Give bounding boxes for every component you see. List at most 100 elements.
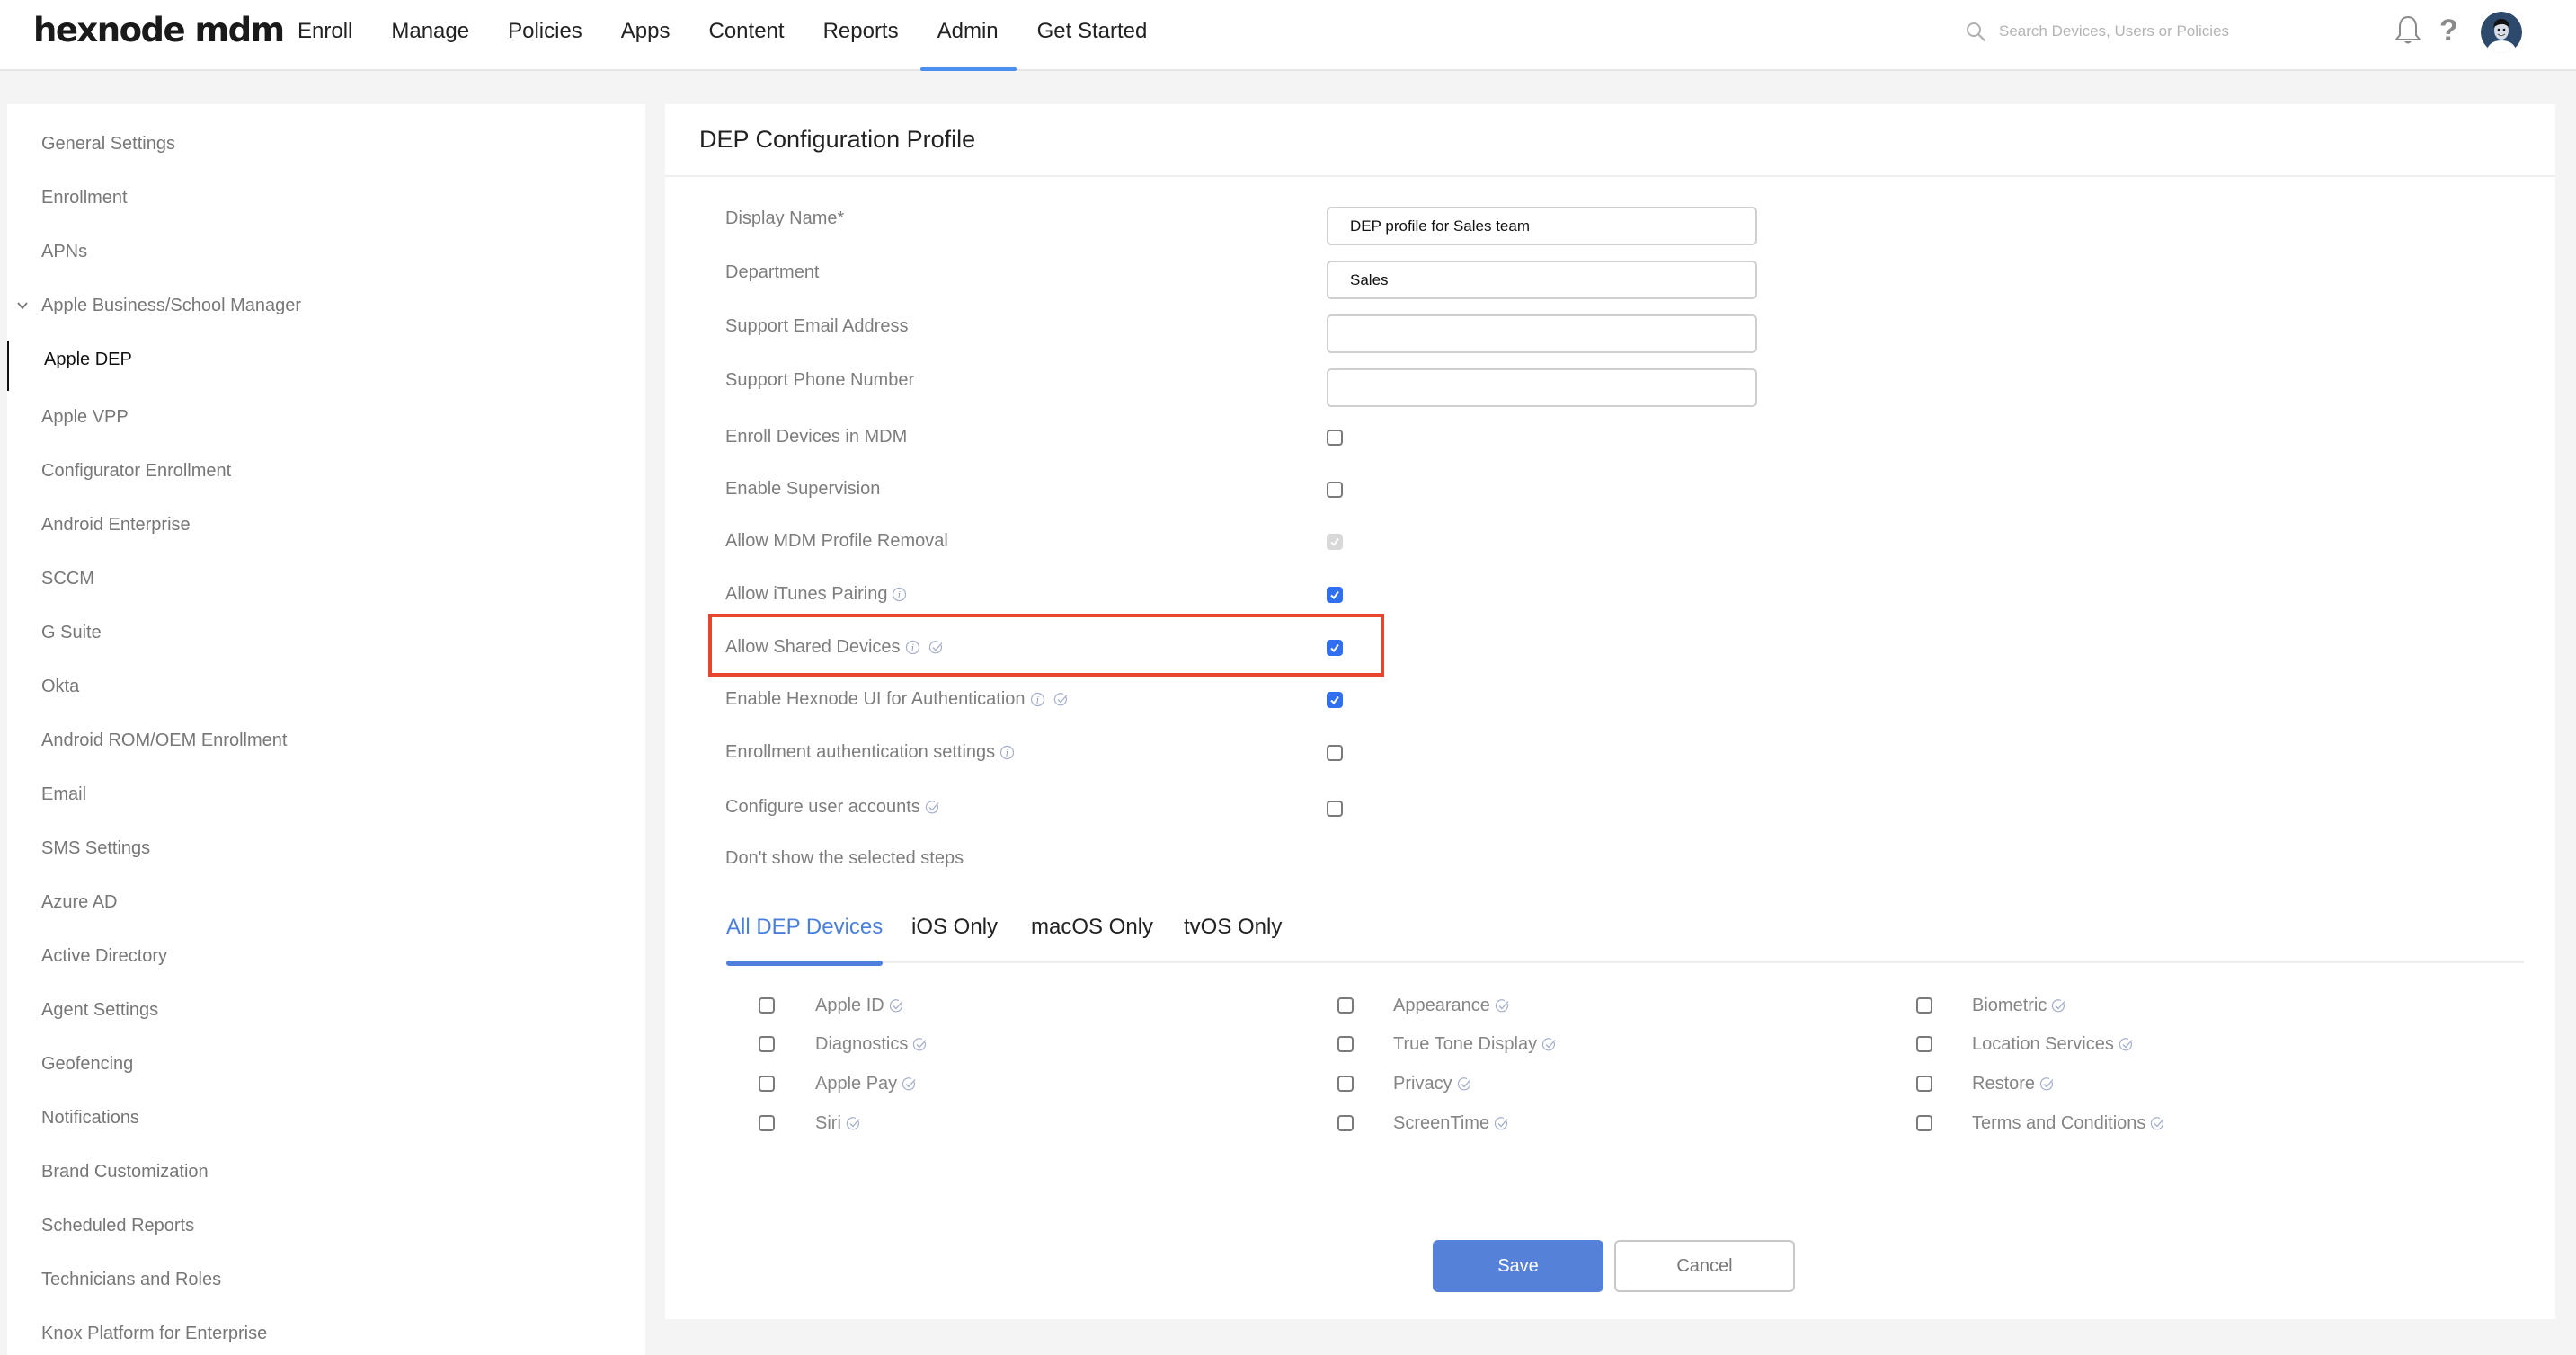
sidebar-item-notifications[interactable]: Notifications <box>7 1095 645 1140</box>
verified-icon <box>928 640 943 653</box>
configure-user-accounts-checkbox[interactable] <box>1327 801 1343 817</box>
enrollment-authentication-settings-checkbox[interactable] <box>1327 745 1343 761</box>
sidebar-item-technicians-and-roles[interactable]: Technicians and Roles <box>7 1257 645 1302</box>
sidebar-item-g-suite[interactable]: G Suite <box>7 610 645 655</box>
bell-icon[interactable] <box>2393 14 2423 47</box>
step-label: Restore <box>1972 1070 2055 1097</box>
step-appearance-checkbox[interactable] <box>1337 997 1354 1014</box>
main-nav: Enroll Manage Policies Apps Content Repo… <box>298 0 1186 71</box>
cancel-button[interactable]: Cancel <box>1614 1240 1795 1292</box>
option-label: Enroll Devices in MDM <box>725 423 907 450</box>
nav-admin[interactable]: Admin <box>919 0 1017 71</box>
chevron-down-icon[interactable] <box>16 299 29 312</box>
checkmark-icon <box>1330 695 1339 705</box>
sidebar-item-knox-platform-for-enterprise[interactable]: Knox Platform for Enterprise <box>7 1311 645 1355</box>
info-icon[interactable]: i <box>1030 692 1045 707</box>
hexnode-logo[interactable]: hexnode mdm <box>33 11 285 49</box>
verified-icon <box>846 1116 860 1129</box>
sidebar-item-apple-vpp[interactable]: Apple VPP <box>7 394 645 439</box>
sidebar-item-label: Apple Business/School Manager <box>41 296 302 315</box>
svg-text:i: i <box>910 643 913 653</box>
step-label-text: True Tone Display <box>1393 1033 1538 1054</box>
step-label: ScreenTime <box>1393 1110 1509 1137</box>
step-location-services-checkbox[interactable] <box>1916 1036 1932 1052</box>
enroll-devices-in-mdm-checkbox[interactable] <box>1327 430 1343 446</box>
sidebar-item-agent-settings[interactable]: Agent Settings <box>7 987 645 1032</box>
sidebar-item-apns[interactable]: APNs <box>7 229 645 274</box>
sidebar-item-email[interactable]: Email <box>7 772 645 817</box>
info-icon[interactable]: i <box>999 745 1015 760</box>
support-email-input[interactable] <box>1327 314 1757 353</box>
skip-steps-label: Don't show the selected steps <box>725 847 964 868</box>
user-avatar[interactable] <box>2481 12 2522 53</box>
option-label: Allow MDM Profile Removal <box>725 527 948 554</box>
step-label: Apple Pay <box>815 1070 917 1097</box>
tab-tvos-only[interactable]: tvOS Only <box>1184 909 1282 963</box>
department-input[interactable] <box>1327 261 1757 299</box>
sidebar-item-scheduled-reports[interactable]: Scheduled Reports <box>7 1203 645 1248</box>
step-siri-checkbox[interactable] <box>759 1115 775 1131</box>
allow-shared-devices-checkbox[interactable] <box>1327 640 1343 656</box>
step-apple-pay-checkbox[interactable] <box>759 1076 775 1092</box>
info-icon[interactable]: i <box>892 587 907 602</box>
step-terms-and-conditions-checkbox[interactable] <box>1916 1115 1932 1131</box>
sidebar-item-enrollment[interactable]: Enrollment <box>7 175 645 220</box>
sidebar-item-active-directory[interactable]: Active Directory <box>7 934 645 979</box>
nav-policies[interactable]: Policies <box>508 0 582 71</box>
support-phone-input[interactable] <box>1327 368 1757 407</box>
verified-icon <box>2119 1037 2133 1050</box>
enable-supervision-checkbox[interactable] <box>1327 482 1343 498</box>
sidebar-item-brand-customization[interactable]: Brand Customization <box>7 1149 645 1194</box>
info-icon[interactable]: i <box>905 640 920 655</box>
search-icon[interactable] <box>1965 21 1986 42</box>
nav-enroll[interactable]: Enroll <box>298 0 352 71</box>
sidebar-item-android-rom-oem-enrollment[interactable]: Android ROM/OEM Enrollment <box>7 718 645 763</box>
nav-get-started[interactable]: Get Started <box>1037 0 1148 71</box>
step-diagnostics-checkbox[interactable] <box>759 1036 775 1052</box>
nav-apps[interactable]: Apps <box>621 0 671 71</box>
step-privacy-checkbox[interactable] <box>1337 1076 1354 1092</box>
save-button[interactable]: Save <box>1433 1240 1603 1292</box>
support-phone-label: Support Phone Number <box>725 369 915 390</box>
sidebar-item-okta[interactable]: Okta <box>7 664 645 709</box>
sidebar-item-geofencing[interactable]: Geofencing <box>7 1041 645 1086</box>
sidebar-item-sms-settings[interactable]: SMS Settings <box>7 826 645 871</box>
tab-all-dep-devices[interactable]: All DEP Devices <box>726 909 884 966</box>
step-label-text: Privacy <box>1393 1073 1452 1094</box>
dep-configuration-panel: DEP Configuration Profile Display Name* … <box>665 104 2555 1319</box>
step-label-text: Diagnostics <box>815 1033 909 1054</box>
step-label-text: Appearance <box>1393 995 1490 1015</box>
step-label: Apple ID <box>815 992 904 1019</box>
sidebar-item-android-enterprise[interactable]: Android Enterprise <box>7 502 645 547</box>
allow-itunes-pairing-checkbox[interactable] <box>1327 587 1343 603</box>
step-biometric-checkbox[interactable] <box>1916 997 1932 1014</box>
step-label-text: Apple ID <box>815 995 884 1015</box>
sidebar-item-general-settings[interactable]: General Settings <box>7 121 645 166</box>
svg-text:i: i <box>1006 748 1008 758</box>
sidebar-item-apple-business-school-manager[interactable]: Apple Business/School Manager <box>7 283 645 328</box>
enable-hexnode-ui-for-authentication-checkbox[interactable] <box>1327 692 1343 708</box>
sidebar-item-apple-dep[interactable]: Apple DEP <box>7 337 645 391</box>
nav-content[interactable]: Content <box>709 0 785 71</box>
help-icon[interactable]: ? <box>2439 11 2458 50</box>
step-label: Siri <box>815 1110 861 1137</box>
department-label: Department <box>725 261 820 282</box>
search-input[interactable] <box>1999 22 2296 40</box>
sidebar-item-azure-ad[interactable]: Azure AD <box>7 880 645 925</box>
svg-text:i: i <box>898 590 901 600</box>
tab-macos-only[interactable]: macOS Only <box>1031 909 1153 963</box>
sidebar-item-sccm[interactable]: SCCM <box>7 556 645 601</box>
step-screentime-checkbox[interactable] <box>1337 1115 1354 1131</box>
step-restore-checkbox[interactable] <box>1916 1076 1932 1092</box>
nav-manage[interactable]: Manage <box>391 0 469 71</box>
display-name-input[interactable] <box>1327 207 1757 245</box>
sidebar-item-configurator-enrollment[interactable]: Configurator Enrollment <box>7 448 645 493</box>
tab-ios-only[interactable]: iOS Only <box>911 909 998 963</box>
step-label: Appearance <box>1393 992 1510 1019</box>
step-true-tone-display-checkbox[interactable] <box>1337 1036 1354 1052</box>
step-label-text: Terms and Conditions <box>1972 1112 2146 1133</box>
option-label: Allow Shared Devices i <box>725 633 944 660</box>
nav-reports[interactable]: Reports <box>823 0 899 71</box>
verified-icon <box>902 1076 916 1090</box>
step-apple-id-checkbox[interactable] <box>759 997 775 1014</box>
